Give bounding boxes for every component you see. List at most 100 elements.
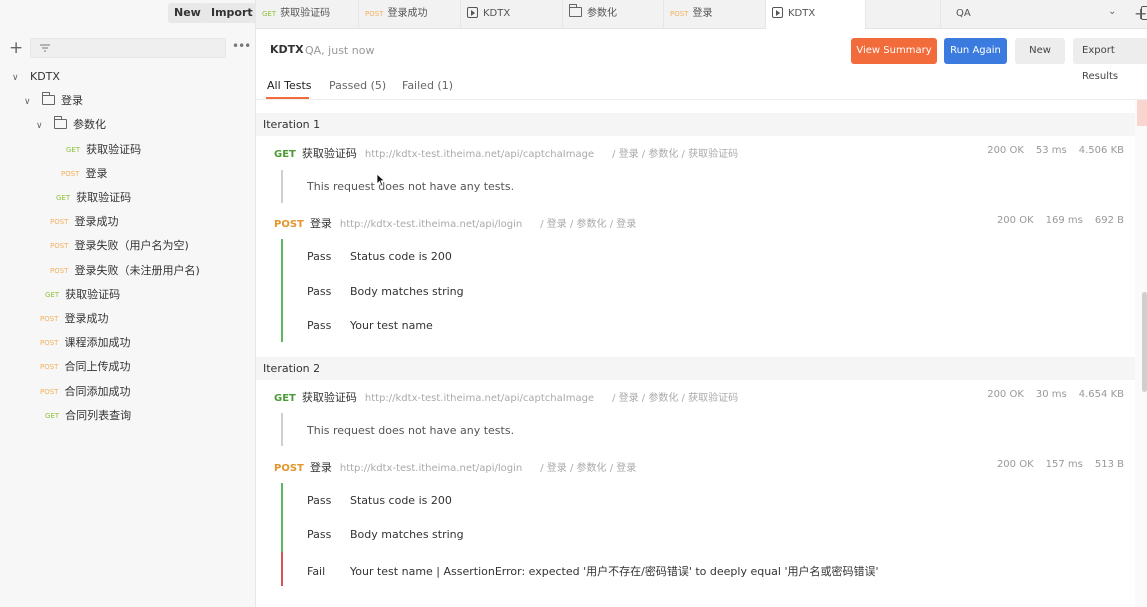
sidebar-item-label: 登录失败（未注册用户名) <box>74 263 200 277</box>
tab-1[interactable]: GET 获取验证码 <box>256 0 359 29</box>
test-status: Pass <box>307 250 332 263</box>
sidebar-item-label: 合同上传成功 <box>64 360 131 374</box>
add-collection-icon[interactable]: + <box>9 38 23 58</box>
iteration-header[interactable]: Iteration 2 <box>256 357 1136 380</box>
test-fail-bar <box>281 552 283 586</box>
chevron-down-icon[interactable]: ∨ <box>36 116 48 136</box>
request-name[interactable]: 获取验证码 <box>302 391 357 404</box>
chevron-down-icon[interactable]: ⌄ <box>1108 6 1116 17</box>
tab-4[interactable]: 参数化 <box>563 0 664 29</box>
iteration-header[interactable]: Iteration 1 <box>256 113 1136 136</box>
environment-select[interactable]: QA <box>940 0 1130 29</box>
tab-5[interactable]: POST 登录 <box>664 0 766 29</box>
sidebar-item-label: 课程添加成功 <box>64 336 131 350</box>
sidebar-item-label: 登录失败（用户名为空) <box>74 239 189 253</box>
sidebar-item-label: 合同添加成功 <box>64 384 131 398</box>
filter-icon <box>40 44 50 52</box>
request-url: http://kdtx-test.itheima.net/api/login <box>339 219 523 230</box>
method-badge: GET <box>45 411 60 420</box>
sidebar-item-label: 登录 <box>61 94 83 108</box>
request-row[interactable]: POST 登录 http://kdtx-test.itheima.net/api/l… <box>274 459 1124 475</box>
response-size: 4.506 KB <box>1078 145 1124 156</box>
sidebar-folder-item[interactable]: ∨ 参数化 <box>36 115 106 135</box>
method-badge: POST <box>274 463 304 474</box>
request-row[interactable]: GET 获取验证码 http://kdtx-test.itheima.net/api… <box>274 145 1124 161</box>
sidebar-item-label: 获取验证码 <box>76 191 132 204</box>
run-again-button[interactable]: Run Again <box>944 38 1007 64</box>
sidebar-item-label: 登录成功 <box>74 215 119 229</box>
sidebar-item-label: 登录 <box>85 166 108 180</box>
chevron-down-icon[interactable]: ∨ <box>12 68 24 88</box>
filter-input[interactable] <box>30 38 226 58</box>
sidebar-request-item[interactable]: GET 获取验证码 <box>66 140 141 160</box>
tab-6[interactable]: KDTX <box>766 0 866 29</box>
test-result: Pass Body matches string <box>307 285 464 298</box>
method-badge: GET <box>274 393 296 404</box>
test-name: Status code is 200 <box>350 250 452 263</box>
sidebar-item-label: KDTX <box>30 70 60 83</box>
response-stats: 200 OK 157 ms 513 B <box>985 459 1124 470</box>
tab-passed[interactable]: Passed (5) <box>329 79 386 92</box>
chevron-down-icon[interactable]: ∨ <box>24 92 36 112</box>
request-name[interactable]: 登录 <box>310 217 332 230</box>
test-result: Pass Status code is 200 <box>307 494 452 507</box>
new-button[interactable]: New <box>168 3 207 23</box>
method-badge: POST <box>40 339 59 348</box>
test-result: Pass Your test name <box>307 319 433 332</box>
request-name[interactable]: 获取验证码 <box>302 147 357 160</box>
response-size: 692 B <box>1094 215 1124 226</box>
status-code: 200 OK <box>987 389 1024 400</box>
import-button[interactable]: Import <box>205 3 259 23</box>
sidebar-request-item[interactable]: GET 获取验证码 <box>56 188 131 208</box>
method-badge: GET <box>66 145 81 154</box>
status-code: 200 OK <box>987 145 1024 156</box>
sidebar-request-item[interactable]: POST 合同添加成功 <box>40 382 130 402</box>
sidebar-collection-item[interactable]: ∨ KDTX <box>12 67 60 87</box>
run-title: KDTX <box>270 43 304 56</box>
export-results-button[interactable]: Export Results <box>1073 38 1147 82</box>
sidebar-request-item[interactable]: GET 获取验证码 <box>45 285 120 305</box>
environment-quick-look-icon[interactable] <box>1141 6 1147 20</box>
sidebar-request-item[interactable]: POST 登录失败（未注册用户名) <box>50 261 200 281</box>
method-badge: GET <box>56 194 71 202</box>
method-badge: POST <box>40 363 59 372</box>
new-run-button[interactable]: New <box>1015 38 1065 64</box>
divider <box>256 99 1147 100</box>
response-stats: 200 OK 30 ms 4.654 KB <box>975 389 1124 400</box>
tab-3[interactable]: KDTX <box>461 0 563 29</box>
test-group-bar <box>281 483 283 552</box>
status-code: 200 OK <box>996 459 1034 470</box>
sidebar-request-item[interactable]: GET 合同列表查询 <box>45 406 131 426</box>
request-name[interactable]: 登录 <box>310 461 332 474</box>
test-status: Pass <box>307 319 332 332</box>
tab-2[interactable]: POST 登录成功 <box>359 0 461 29</box>
method-badge: POST <box>40 315 59 323</box>
request-url: http://kdtx-test.itheima.net/api/captcha… <box>364 393 595 404</box>
scrollbar-thumb[interactable] <box>1142 292 1147 392</box>
request-row[interactable]: POST 登录 http://kdtx-test.itheima.net/api/l… <box>274 215 1124 231</box>
runner-play-icon <box>772 7 783 18</box>
tab-label: KDTX <box>788 8 816 19</box>
sidebar-request-item[interactable]: POST 登录 <box>61 164 107 184</box>
sidebar-request-item[interactable]: POST 课程添加成功 <box>40 333 130 353</box>
test-status: Pass <box>307 285 332 298</box>
response-time: 53 ms <box>1035 145 1067 156</box>
sidebar-folder-item[interactable]: ∨ 登录 <box>24 91 83 111</box>
request-row[interactable]: GET 获取验证码 http://kdtx-test.itheima.net/api… <box>274 389 1124 405</box>
response-size: 4.654 KB <box>1078 389 1124 400</box>
test-result: Pass Body matches string <box>307 528 464 541</box>
sidebar-item-label: 获取验证码 <box>86 142 142 156</box>
tab-all-tests[interactable]: All Tests <box>267 79 312 92</box>
scroll-marker <box>1137 100 1147 126</box>
folder-icon <box>42 92 55 106</box>
view-summary-button[interactable]: View Summary <box>851 38 937 64</box>
more-options-icon[interactable]: ••• <box>232 39 251 53</box>
tab-failed[interactable]: Failed (1) <box>402 79 453 92</box>
method-badge: GET <box>274 149 296 160</box>
sidebar-request-item[interactable]: POST 合同上传成功 <box>40 357 130 377</box>
sidebar-request-item[interactable]: POST 登录失败（用户名为空) <box>50 236 189 256</box>
sidebar-request-item[interactable]: POST 登录成功 <box>40 309 108 329</box>
sidebar-request-item[interactable]: POST 登录成功 <box>50 212 118 232</box>
no-tests-note: This request does not have any tests. <box>307 424 515 437</box>
test-name: Body matches string <box>350 285 464 298</box>
